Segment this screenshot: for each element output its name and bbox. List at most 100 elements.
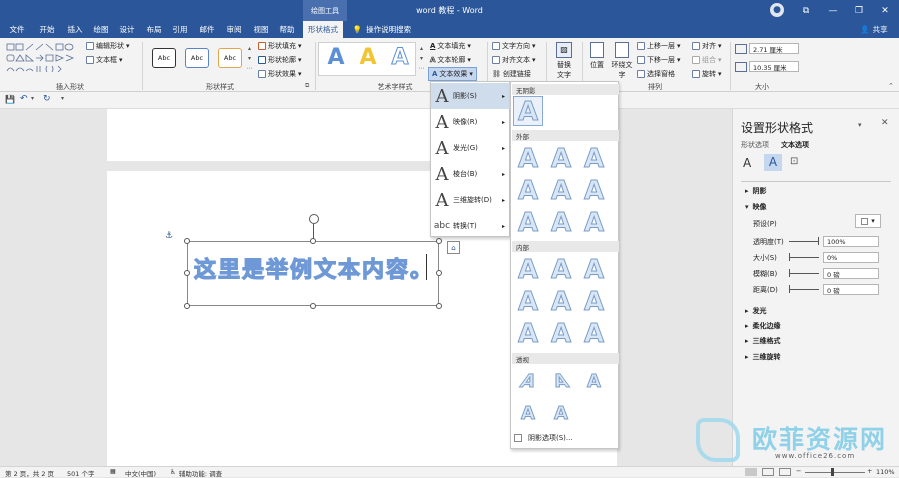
restore-button[interactable]: ❐ bbox=[846, 0, 872, 21]
blur-slider[interactable] bbox=[789, 273, 819, 274]
menu-item-shadow[interactable]: A 阴影(S) ▸ bbox=[431, 83, 511, 109]
textbox-content[interactable]: 这里是举例文本内容。 bbox=[193, 252, 434, 284]
blur-field[interactable]: 0 磅 bbox=[823, 268, 879, 279]
section-shadow[interactable]: ▸ 阴影 bbox=[745, 186, 767, 196]
align-button[interactable]: 对齐 ▾ bbox=[692, 41, 722, 51]
distance-slider[interactable] bbox=[789, 289, 819, 290]
inner-shadow-option[interactable]: A bbox=[546, 287, 576, 318]
wordart-style-2[interactable]: A bbox=[353, 47, 383, 69]
width-field[interactable]: 10.35 厘米 bbox=[749, 61, 799, 72]
outer-shadow-option[interactable]: A bbox=[579, 208, 609, 239]
menu-item-transform[interactable]: abc 转换(T) ▸ bbox=[431, 213, 511, 239]
inner-shadow-option[interactable]: A bbox=[513, 319, 543, 350]
outer-shadow-option[interactable]: A bbox=[546, 208, 576, 239]
zoom-slider[interactable] bbox=[805, 472, 865, 473]
shapes-gallery[interactable] bbox=[6, 43, 82, 77]
wordart-style-3[interactable]: A bbox=[385, 46, 415, 69]
outer-shadow-option[interactable]: A bbox=[513, 176, 543, 207]
wrap-text-button[interactable]: 环绕文 字 bbox=[610, 42, 634, 80]
section-soft-edges[interactable]: ▸ 柔化边缘 bbox=[745, 321, 781, 331]
position-button[interactable]: 位置 bbox=[587, 42, 607, 70]
text-box-layout-icon[interactable]: ⊡ bbox=[790, 156, 798, 167]
tab-help[interactable]: 帮助 bbox=[274, 21, 300, 38]
tell-me-search[interactable]: 💡 操作说明搜索 bbox=[350, 21, 414, 38]
tab-draw[interactable]: 绘图 bbox=[88, 21, 114, 38]
text-fill-button[interactable]: A 文本填充 ▾ bbox=[430, 41, 471, 51]
send-backward-button[interactable]: 下移一层 ▾ bbox=[637, 55, 681, 65]
size-field[interactable]: 0% bbox=[823, 252, 879, 263]
zoom-slider-thumb[interactable] bbox=[831, 468, 834, 476]
shape-fill-button[interactable]: 形状填充 ▾ bbox=[258, 41, 302, 51]
outer-shadow-option[interactable]: A bbox=[546, 176, 576, 207]
tab-review[interactable]: 审阅 bbox=[221, 21, 247, 38]
size-slider[interactable] bbox=[789, 257, 819, 258]
slider-thumb[interactable] bbox=[789, 253, 790, 261]
shape-style-2[interactable]: Abc bbox=[185, 48, 209, 68]
print-layout-icon[interactable] bbox=[762, 468, 774, 476]
perspective-shadow-option[interactable]: A bbox=[579, 367, 609, 397]
tab-mailings[interactable]: 邮件 bbox=[194, 21, 220, 38]
tab-layout[interactable]: 布局 bbox=[141, 21, 167, 38]
shadow-options-link[interactable]: 阴影选项(S)... bbox=[528, 433, 573, 443]
redo-icon[interactable]: ↻ bbox=[43, 94, 51, 104]
web-layout-icon[interactable] bbox=[779, 468, 791, 476]
align-text-button[interactable]: 对齐文本 ▾ bbox=[492, 55, 536, 65]
perspective-shadow-option[interactable]: A bbox=[546, 399, 576, 429]
resize-handle[interactable] bbox=[310, 238, 316, 244]
tab-shape-options[interactable]: 形状选项 bbox=[741, 140, 769, 150]
zoom-out-icon[interactable]: − bbox=[796, 467, 801, 475]
shape-effects-button[interactable]: 形状效果 ▾ bbox=[258, 69, 302, 79]
read-mode-icon[interactable] bbox=[745, 468, 757, 476]
shape-style-3[interactable]: Abc bbox=[218, 48, 242, 68]
text-effects-button[interactable]: A 文本效果 ▾ bbox=[428, 67, 477, 81]
undo-dropdown-icon[interactable]: ▾ bbox=[31, 95, 34, 102]
text-effects-icon[interactable]: A bbox=[764, 154, 782, 171]
menu-item-bevel[interactable]: A 棱台(B) ▸ bbox=[431, 161, 511, 187]
resize-handle[interactable] bbox=[184, 303, 190, 309]
zoom-level[interactable]: 110% bbox=[876, 468, 895, 476]
group-button[interactable]: 组合 ▾ bbox=[692, 55, 722, 65]
tab-insert[interactable]: 插入 bbox=[62, 21, 88, 38]
resize-handle[interactable] bbox=[436, 270, 442, 276]
alt-text-button[interactable]: ▨ 替换 文字 bbox=[552, 42, 576, 80]
slider-thumb[interactable] bbox=[789, 269, 790, 277]
menu-item-3d-rotation[interactable]: A 三维旋转(D) ▸ bbox=[431, 187, 511, 213]
resize-handle[interactable] bbox=[436, 303, 442, 309]
preset-dropdown[interactable]: ▾ bbox=[855, 214, 881, 228]
wordart-gallery[interactable]: A A A bbox=[318, 42, 416, 76]
proofing-icon[interactable]: ▦ bbox=[110, 468, 116, 475]
inner-shadow-option[interactable]: A bbox=[546, 255, 576, 286]
section-3d-format[interactable]: ▸ 三维格式 bbox=[745, 336, 781, 346]
text-box[interactable]: 这里是举例文本内容。 bbox=[187, 241, 439, 306]
rotate-button[interactable]: 旋转 ▾ bbox=[692, 69, 722, 79]
tab-home[interactable]: 开始 bbox=[34, 21, 60, 38]
outer-shadow-option[interactable]: A bbox=[579, 144, 609, 175]
slider-thumb[interactable] bbox=[818, 237, 819, 245]
inner-shadow-option[interactable]: A bbox=[579, 287, 609, 318]
section-3d-rotation[interactable]: ▸ 三维旋转 bbox=[745, 352, 781, 362]
slider-thumb[interactable] bbox=[789, 285, 790, 293]
outer-shadow-option[interactable]: A bbox=[546, 144, 576, 175]
resize-handle[interactable] bbox=[310, 303, 316, 309]
height-field[interactable]: 2.71 厘米 bbox=[749, 43, 799, 54]
shape-outline-button[interactable]: 形状轮廓 ▾ bbox=[258, 55, 302, 65]
perspective-shadow-option[interactable]: A bbox=[541, 367, 582, 397]
inner-shadow-option[interactable]: A bbox=[579, 319, 609, 350]
section-glow[interactable]: ▸ 发光 bbox=[745, 306, 767, 316]
outer-shadow-option[interactable]: A bbox=[513, 144, 543, 175]
perspective-shadow-option[interactable]: A bbox=[513, 399, 543, 429]
text-outline-button[interactable]: A 文本轮廓 ▾ bbox=[430, 55, 471, 65]
outer-shadow-option[interactable]: A bbox=[513, 208, 543, 239]
shape-styles-scroll[interactable]: ▴ ▾ ⋯ bbox=[246, 44, 253, 74]
edit-shape-button[interactable]: 编辑形状 ▾ bbox=[86, 41, 130, 51]
zoom-in-icon[interactable]: + bbox=[867, 467, 872, 475]
tab-file[interactable]: 文件 bbox=[4, 21, 30, 38]
close-button[interactable]: ✕ bbox=[872, 0, 898, 21]
inner-shadow-option[interactable]: A bbox=[546, 319, 576, 350]
tab-design[interactable]: 设计 bbox=[114, 21, 140, 38]
pane-options-icon[interactable]: ▾ bbox=[858, 121, 862, 129]
text-direction-button[interactable]: 文字方向 ▾ bbox=[492, 41, 536, 51]
inner-shadow-option[interactable]: A bbox=[513, 287, 543, 318]
resize-handle[interactable] bbox=[184, 270, 190, 276]
inner-shadow-option[interactable]: A bbox=[513, 255, 543, 286]
